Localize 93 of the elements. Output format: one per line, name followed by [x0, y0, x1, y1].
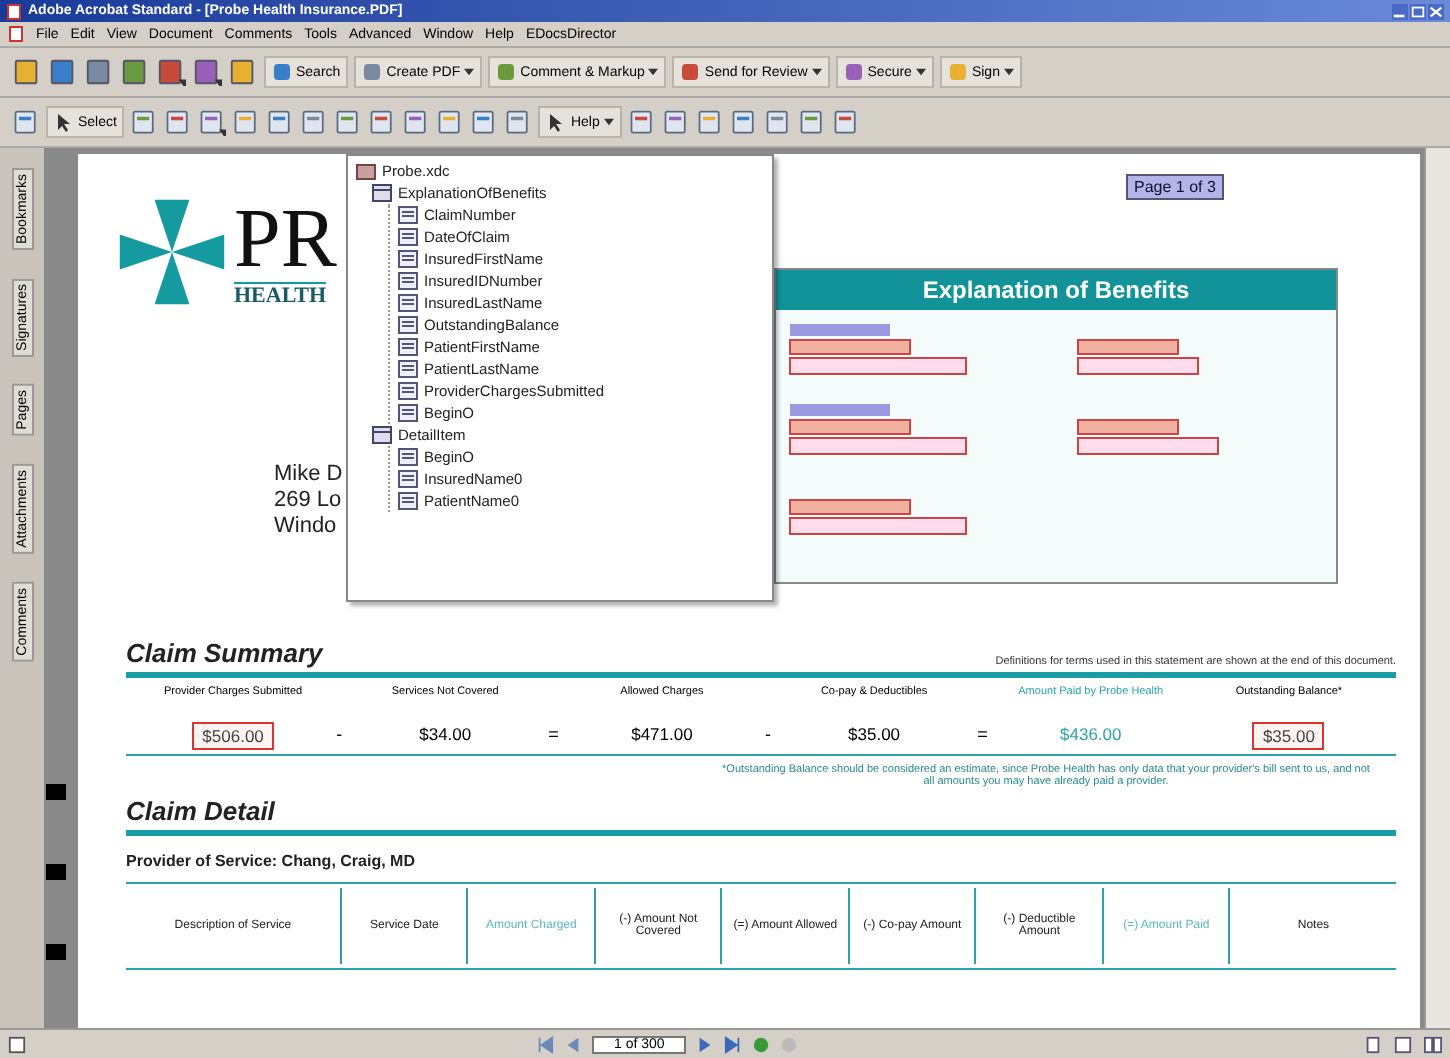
- scroll-bar[interactable]: [1424, 148, 1450, 1028]
- operator-sign: -: [336, 722, 343, 744]
- field-icon: [398, 470, 418, 488]
- page-icon[interactable]: [627, 108, 656, 136]
- form-field: $506.00: [192, 722, 274, 750]
- page-icon[interactable]: [797, 108, 826, 136]
- page-icon[interactable]: [436, 108, 465, 136]
- operator-sign: =: [977, 722, 988, 744]
- form-field: $35.00: [1252, 722, 1325, 750]
- field-icon: [398, 448, 418, 466]
- close-icon[interactable]: [1428, 3, 1444, 19]
- table-icon: [372, 426, 392, 444]
- page-icon[interactable]: [695, 108, 724, 136]
- page-icon[interactable]: [156, 58, 186, 86]
- next-page-icon[interactable]: [696, 1035, 715, 1053]
- square-icon: [362, 62, 383, 82]
- page-icon[interactable]: [198, 108, 227, 136]
- field-icon: [398, 338, 418, 356]
- field-icon: [398, 272, 418, 290]
- square-icon: [680, 62, 701, 82]
- field-icon: [398, 316, 418, 334]
- field-icon: [398, 492, 418, 510]
- marker-icon: [46, 784, 66, 800]
- caret-icon: [464, 68, 475, 76]
- page-icon[interactable]: [130, 108, 159, 136]
- square-icon: [843, 62, 864, 82]
- address-line: Windo: [274, 514, 337, 540]
- caret-icon: [811, 68, 822, 76]
- field-icon: [398, 294, 418, 312]
- page-icon[interactable]: [763, 108, 792, 136]
- operator-sign: =: [548, 722, 559, 744]
- pointer-icon: [54, 112, 74, 132]
- page-icon[interactable]: [192, 58, 222, 86]
- field-icon: [398, 228, 418, 246]
- field-icon: [398, 360, 418, 378]
- page-icon[interactable]: [232, 108, 261, 136]
- page-icon[interactable]: [120, 58, 150, 86]
- page-icon[interactable]: [48, 58, 78, 86]
- square-icon: [272, 62, 292, 82]
- page-icon[interactable]: [402, 108, 431, 136]
- address-line: Mike D: [274, 462, 343, 488]
- page-icon[interactable]: [164, 108, 193, 136]
- provider-line: Provider of Service: Chang, Craig, MD: [124, 850, 417, 874]
- panel-title: Explanation of Benefits: [776, 270, 1336, 310]
- page-icon[interactable]: [504, 108, 533, 136]
- amount-value: $34.00: [417, 722, 474, 746]
- caret-icon: [915, 68, 926, 76]
- first-page-icon[interactable]: [536, 1035, 554, 1053]
- page-icon[interactable]: [228, 58, 258, 86]
- cross-logo-icon: [114, 194, 230, 310]
- last-page-icon[interactable]: [724, 1035, 743, 1053]
- square-icon: [496, 62, 517, 82]
- page-icon[interactable]: [12, 108, 40, 136]
- logo-text: PR: [234, 197, 337, 281]
- table-icon: [372, 184, 392, 202]
- field-icon: [398, 404, 418, 422]
- page-icon[interactable]: [368, 108, 397, 136]
- page-number-field: Page 1 of 3: [1126, 174, 1224, 200]
- page-icon[interactable]: [300, 108, 329, 136]
- amount-value: $471.00: [629, 722, 695, 746]
- logo-subtitle: HEALTH: [234, 281, 327, 307]
- page-icon[interactable]: [8, 1035, 26, 1053]
- square-icon: [947, 62, 968, 82]
- amount-value: $436.00: [1058, 722, 1124, 746]
- page-icon[interactable]: [831, 108, 860, 136]
- section-title: Claim Detail: [126, 796, 275, 826]
- page-icon[interactable]: [470, 108, 499, 136]
- amount-value: $35.00: [846, 722, 903, 746]
- caret-icon: [648, 68, 659, 76]
- marker-icon: [46, 864, 66, 880]
- single-page-icon[interactable]: [1364, 1035, 1382, 1053]
- marker-icon: [46, 944, 66, 960]
- page-icon[interactable]: [661, 108, 690, 136]
- pointer-icon: [546, 112, 567, 132]
- page-icon[interactable]: [84, 58, 114, 86]
- section-title: Claim Summary: [126, 638, 323, 668]
- operator-sign: -: [765, 722, 771, 744]
- caret-icon: [1003, 68, 1014, 76]
- minimize-icon[interactable]: [1392, 3, 1408, 19]
- field-icon: [398, 206, 418, 224]
- field-icon: [398, 382, 418, 400]
- maximize-icon[interactable]: [1410, 3, 1426, 19]
- previous-page-icon[interactable]: [564, 1035, 582, 1053]
- field-icon: [398, 250, 418, 268]
- folder-icon: [356, 162, 376, 180]
- address-line: 269 Lo: [274, 488, 342, 514]
- continuous-icon[interactable]: [1394, 1035, 1412, 1053]
- page-icon[interactable]: [12, 58, 42, 86]
- caret-icon: [603, 118, 614, 126]
- facing-icon[interactable]: [1424, 1035, 1442, 1053]
- page-icon[interactable]: [266, 108, 295, 136]
- page-icon[interactable]: [729, 108, 758, 136]
- page-icon[interactable]: [334, 108, 363, 136]
